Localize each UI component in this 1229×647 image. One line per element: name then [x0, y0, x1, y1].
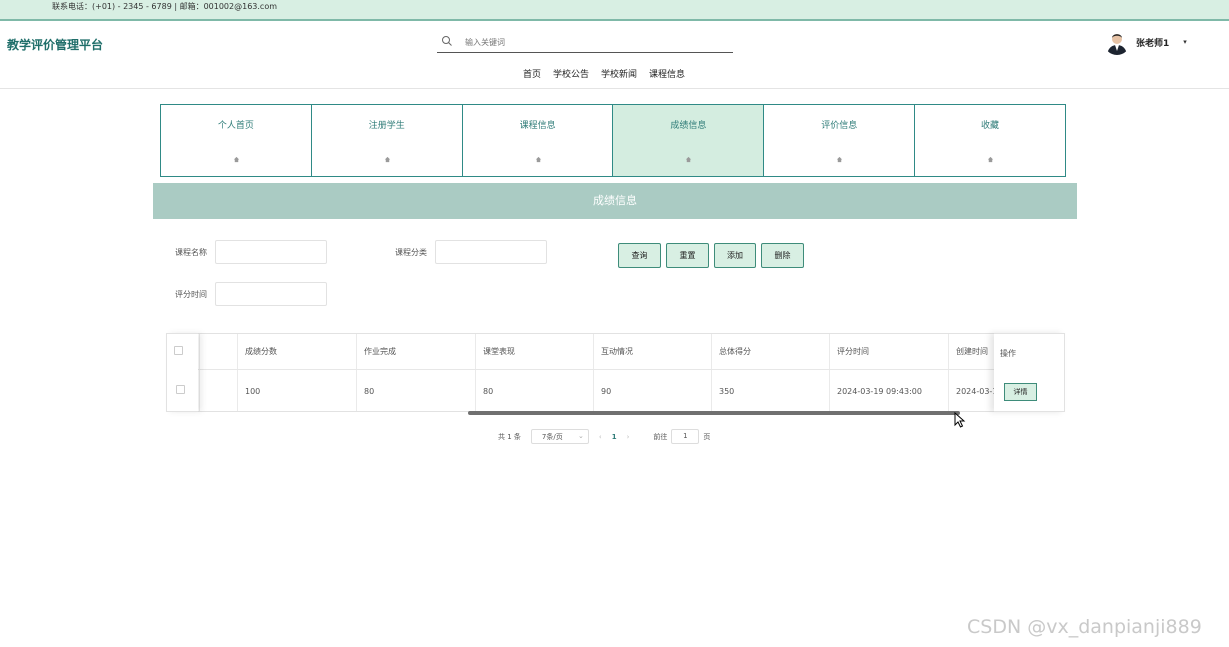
query-button[interactable]: 查询	[618, 243, 661, 268]
menu-item-evaluation-info[interactable]: 评价信息	[764, 105, 916, 176]
home-icon	[233, 156, 240, 163]
menu-label: 成绩信息	[670, 121, 707, 131]
menu-item-course-info[interactable]: 课程信息	[462, 105, 614, 176]
menu-label: 注册学生	[368, 121, 405, 131]
header-score: 成绩分数	[238, 334, 357, 369]
user-name[interactable]: 张老师1	[1136, 36, 1169, 49]
chevron-down-icon: ⌄	[578, 432, 584, 440]
rating-time-input[interactable]	[215, 282, 327, 306]
menu-label: 课程信息	[519, 121, 556, 131]
user-menu[interactable]: 张老师1 ▾	[1104, 29, 1187, 55]
menu-label: 收藏	[981, 121, 1000, 131]
header-interaction: 互动情况	[594, 334, 712, 369]
search-icon[interactable]	[441, 35, 453, 47]
nav-home[interactable]: 首页	[523, 67, 541, 80]
menu-item-grade-info[interactable]: 成绩信息	[613, 105, 765, 176]
header: 教学评价管理平台 首页 学校公告 学校新闻 课程信息 张老师1 ▾	[0, 21, 1229, 89]
prev-page-icon[interactable]: ‹	[599, 433, 602, 441]
current-page[interactable]: 1	[612, 433, 617, 441]
top-contact-bar: 联系电话：(+01) - 2345 - 6789 | 邮箱：001002@163…	[0, 0, 1229, 21]
header-homework: 作业完成	[357, 334, 476, 369]
nav-school-news[interactable]: 学校新闻	[601, 67, 637, 80]
delete-button[interactable]: 删除	[761, 243, 804, 268]
detail-button[interactable]: 详情	[1004, 383, 1037, 401]
goto-label: 前往	[653, 432, 668, 441]
menu-label: 评价信息	[821, 121, 858, 131]
site-logo[interactable]: 教学评价管理平台	[7, 36, 103, 53]
cell-interaction: 90	[594, 370, 712, 411]
page-size-value: 7条/页	[541, 432, 563, 441]
total-count: 共 1 条	[498, 432, 521, 441]
nav-course-info[interactable]: 课程信息	[649, 67, 685, 80]
menu-item-personal-home[interactable]: 个人首页	[161, 105, 312, 176]
cell-score: 100	[238, 370, 357, 411]
cell-performance: 80	[476, 370, 594, 411]
grade-table: 成绩分数 作业完成 课堂表现 互动情况 总体得分 评分时间 创建时间 100 8…	[166, 333, 1065, 412]
avatar[interactable]	[1104, 29, 1130, 55]
table-horizontal-scrollbar[interactable]	[468, 411, 960, 415]
nav-school-notice[interactable]: 学校公告	[553, 67, 589, 80]
cell-total: 350	[712, 370, 830, 411]
course-name-input[interactable]	[215, 240, 327, 264]
page-size-select[interactable]: 7条/页 ⌄	[530, 429, 589, 444]
rating-time-label: 评分时间	[175, 290, 207, 299]
home-icon	[987, 156, 994, 163]
chevron-down-icon[interactable]: ▾	[1183, 38, 1187, 46]
mouse-cursor-icon	[954, 412, 966, 428]
menu-item-register-student[interactable]: 注册学生	[311, 105, 463, 176]
home-icon	[384, 156, 390, 163]
course-category-input[interactable]	[435, 240, 547, 264]
main-nav: 首页 学校公告 学校新闻 课程信息	[523, 67, 685, 80]
header-total: 总体得分	[712, 334, 830, 369]
header-action: 操作	[1000, 349, 1016, 358]
cell-rating-time: 2024-03-19 09:43:00	[830, 370, 949, 411]
cell-homework: 80	[357, 370, 476, 411]
reset-button[interactable]: 重置	[666, 243, 709, 268]
add-button[interactable]: 添加	[714, 243, 756, 268]
header-performance: 课堂表现	[476, 334, 594, 369]
goto-page-input[interactable]: 1	[671, 429, 700, 444]
page-title: 成绩信息	[153, 183, 1077, 219]
search-input[interactable]	[465, 35, 715, 49]
table-fixed-select-column	[166, 333, 198, 412]
pagination: 共 1 条 7条/页 ⌄ ‹ 1 › 前往 1 页	[498, 429, 710, 444]
select-all-checkbox[interactable]	[174, 346, 183, 355]
menu-item-favorites[interactable]: 收藏	[915, 105, 1065, 176]
contact-info: 联系电话：(+01) - 2345 - 6789 | 邮箱：001002@163…	[52, 2, 278, 11]
home-icon	[535, 156, 541, 163]
table-row: 100 80 80 90 350 2024-03-19 09:43:00 202…	[167, 370, 1064, 411]
menu-label: 个人首页	[217, 121, 254, 131]
home-icon	[686, 156, 692, 163]
row-index-cell	[200, 370, 238, 411]
watermark: CSDN @vx_danpianji889	[967, 616, 1202, 638]
index-header	[200, 334, 238, 369]
row-checkbox[interactable]	[176, 385, 185, 394]
page-suffix: 页	[703, 432, 711, 441]
next-page-icon[interactable]: ›	[627, 433, 630, 441]
home-icon	[837, 156, 843, 163]
header-rating-time: 评分时间	[830, 334, 949, 369]
center-menu: 个人首页 注册学生 课程信息 成绩信息 评价信息 收藏	[160, 104, 1066, 177]
course-category-label: 课程分类	[395, 248, 427, 257]
search-bar	[437, 33, 733, 53]
table-fixed-action-column: 操作 详情	[994, 333, 1065, 412]
course-name-label: 课程名称	[175, 248, 207, 257]
table-header-row: 成绩分数 作业完成 课堂表现 互动情况 总体得分 评分时间 创建时间	[167, 334, 1064, 370]
